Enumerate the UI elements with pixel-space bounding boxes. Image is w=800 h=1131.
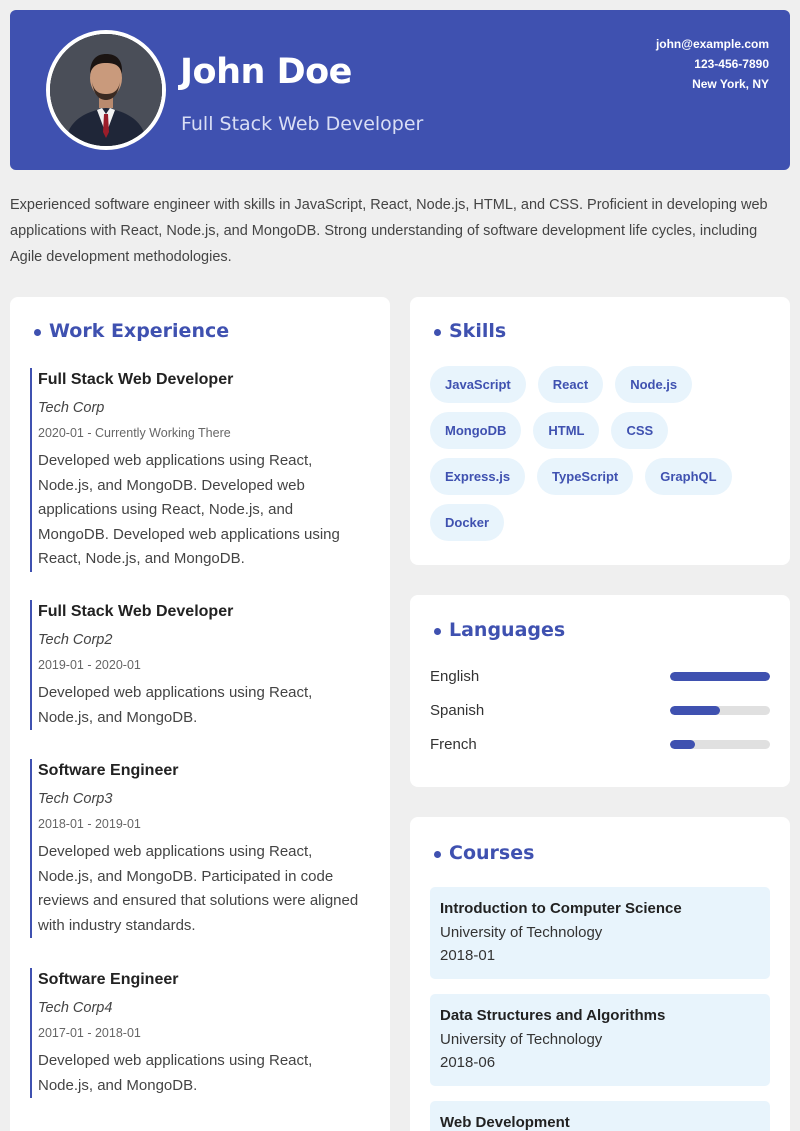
job-company: Tech Corp2 xyxy=(38,632,113,648)
job-title: Full Stack Web Developer xyxy=(38,371,234,388)
course-title: Data Structures and Algorithms xyxy=(440,1007,666,1024)
skill-chip: TypeScript xyxy=(537,458,634,495)
section-heading: Skills xyxy=(434,320,506,342)
person-photo-icon xyxy=(50,34,162,146)
work-experience-section: Work Experience Full Stack Web Developer… xyxy=(10,297,390,1131)
language-level-fill xyxy=(670,740,695,749)
contact-email[interactable]: john@example.com xyxy=(656,34,769,54)
job-entry: Software Engineer Tech Corp3 2018-01 - 2… xyxy=(30,759,360,938)
resume-header: John Doe Full Stack Web Developer john@e… xyxy=(10,10,790,170)
course-card: Introduction to Computer Science Univers… xyxy=(430,887,770,979)
language-level-fill xyxy=(670,706,720,715)
language-name: French xyxy=(430,736,477,753)
summary-text: Experienced software engineer with skill… xyxy=(10,197,768,265)
skill-chip: JavaScript xyxy=(430,366,526,403)
skill-chip: HTML xyxy=(533,412,600,449)
skills-heading: Skills xyxy=(449,320,507,342)
job-dates: 2020-01 - Currently Working There xyxy=(38,426,231,440)
job-dates: 2018-01 - 2019-01 xyxy=(38,817,141,831)
skill-chip: Express.js xyxy=(430,458,526,495)
language-row: Spanish xyxy=(430,699,770,723)
job-description: Developed web applications using React, … xyxy=(38,1052,313,1094)
job-description: Developed web applications using React, … xyxy=(38,684,313,726)
language-level-bar xyxy=(670,672,770,681)
work-heading: Work Experience xyxy=(49,320,230,342)
language-level-bar xyxy=(670,740,770,749)
language-name: Spanish xyxy=(430,702,485,719)
candidate-name: John Doe xyxy=(180,52,352,92)
job-description: Developed web applications using React, … xyxy=(38,843,359,934)
skill-chip: MongoDB xyxy=(430,412,522,449)
job-description: Developed web applications using React, … xyxy=(38,452,340,567)
languages-heading: Languages xyxy=(449,619,566,641)
contact-phone[interactable]: 123-456-7890 xyxy=(656,54,769,74)
courses-heading: Courses xyxy=(449,842,535,864)
bullet-icon xyxy=(434,328,441,336)
section-heading: Languages xyxy=(434,619,565,641)
language-row: French xyxy=(430,733,770,757)
course-title: Introduction to Computer Science xyxy=(440,900,682,917)
job-title: Software Engineer xyxy=(38,971,179,988)
language-level-fill xyxy=(670,672,770,681)
section-heading: Courses xyxy=(434,842,534,864)
skills-section: Skills JavaScript React Node.js MongoDB … xyxy=(410,297,790,565)
job-title: Software Engineer xyxy=(38,762,179,779)
job-title: Full Stack Web Developer xyxy=(38,603,234,620)
skill-chip: Node.js xyxy=(615,366,693,403)
course-date: 2018-01 xyxy=(440,947,496,964)
contact-location: New York, NY xyxy=(692,77,769,91)
section-heading: Work Experience xyxy=(34,320,229,342)
skill-chip-list: JavaScript React Node.js MongoDB HTML CS… xyxy=(430,366,770,541)
contact-info: john@example.com 123-456-7890 New York, … xyxy=(656,34,769,94)
candidate-title: Full Stack Web Developer xyxy=(181,113,424,135)
skill-chip: GraphQL xyxy=(645,458,732,495)
language-name: English xyxy=(430,668,480,685)
course-date: 2018-06 xyxy=(440,1054,496,1071)
languages-section: Languages English Spanish French xyxy=(410,595,790,787)
job-entry: Full Stack Web Developer Tech Corp 2020-… xyxy=(30,368,360,572)
job-company: Tech Corp4 xyxy=(38,1000,113,1016)
job-entry: Software Engineer Tech Corp4 2017-01 - 2… xyxy=(30,968,360,1098)
bullet-icon xyxy=(34,328,41,336)
skill-chip: CSS xyxy=(611,412,669,449)
course-school: University of Technology xyxy=(440,1031,603,1048)
language-level-bar xyxy=(670,706,770,715)
bullet-icon xyxy=(434,850,441,858)
job-company: Tech Corp3 xyxy=(38,791,113,807)
job-dates: 2019-01 - 2020-01 xyxy=(38,658,141,672)
job-entry: Full Stack Web Developer Tech Corp2 2019… xyxy=(30,600,360,730)
course-school: University of Technology xyxy=(440,924,603,941)
course-title: Web Development xyxy=(440,1114,570,1131)
course-card: Web Development xyxy=(430,1101,770,1131)
language-row: English xyxy=(430,665,770,689)
job-dates: 2017-01 - 2018-01 xyxy=(38,1026,141,1040)
bullet-icon xyxy=(434,627,441,635)
skill-chip: Docker xyxy=(430,504,505,541)
job-company: Tech Corp xyxy=(38,400,105,416)
profile-photo xyxy=(46,30,166,150)
course-card: Data Structures and Algorithms Universit… xyxy=(430,994,770,1086)
courses-section: Courses Introduction to Computer Science… xyxy=(410,817,790,1131)
skill-chip: React xyxy=(537,366,604,403)
